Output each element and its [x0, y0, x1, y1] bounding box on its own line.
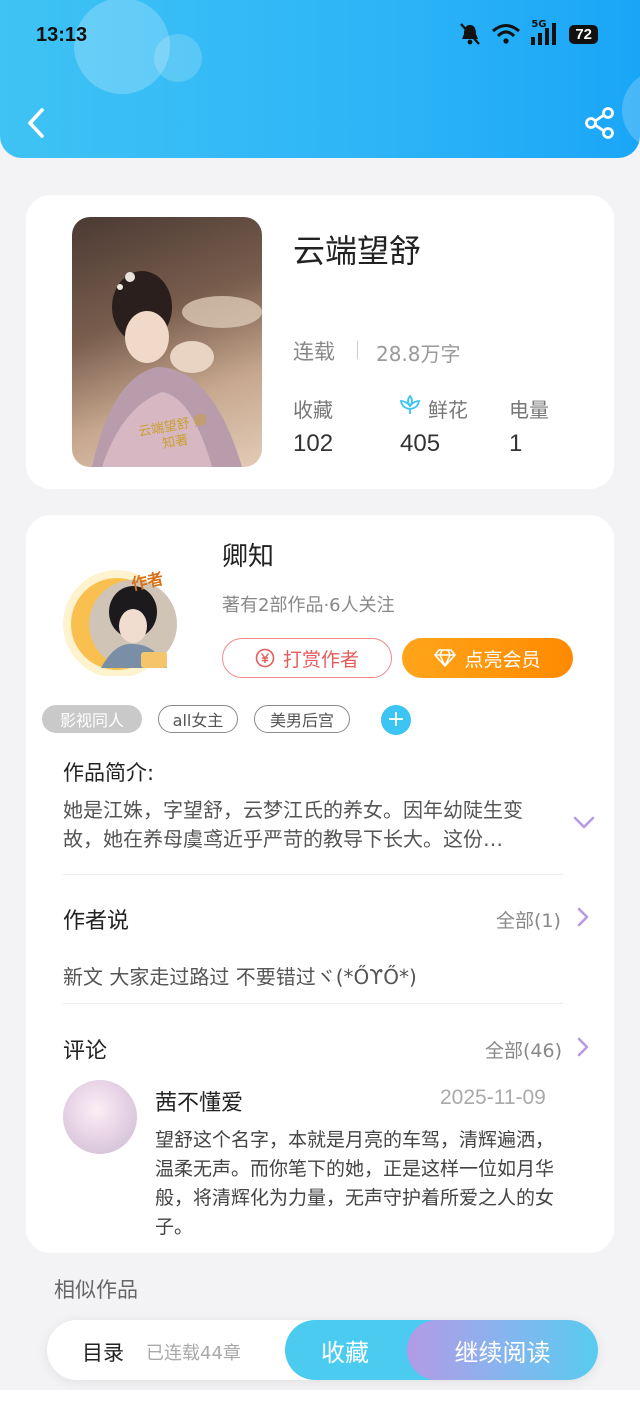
- chapter-count: 已连载44章: [146, 1343, 241, 1364]
- stat-label-flowers: 鲜花: [428, 398, 468, 422]
- divider: [63, 1003, 563, 1004]
- author-name[interactable]: 卿知: [222, 536, 274, 573]
- stat-value-power: 1: [509, 430, 523, 457]
- comment-text[interactable]: 望舒这个名字，本就是月亮的车驾，清辉遍洒，温柔无声。而你笔下的她，正是这样一位如…: [155, 1126, 567, 1242]
- similar-works-title: 相似作品: [54, 1278, 138, 1302]
- synopsis-title: 作品简介:: [63, 761, 155, 785]
- flower-icon: [399, 394, 421, 414]
- wifi-icon: [492, 24, 521, 44]
- author-says-text: 新文 大家走过路过 不要错过ヾ(*ŐϒŐ*): [63, 965, 417, 989]
- stat-label-collect: 收藏: [293, 398, 333, 422]
- collect-button-label: 收藏: [321, 1338, 369, 1367]
- status-icons: 5G 72: [459, 19, 598, 46]
- tip-author-button[interactable]: 打赏作者: [222, 638, 392, 678]
- comments-title: 评论: [63, 1039, 108, 1064]
- back-icon[interactable]: [22, 104, 52, 142]
- divider: [63, 874, 563, 875]
- stat-value-flowers: 405: [400, 430, 441, 457]
- author-avatar[interactable]: 作者: [55, 564, 183, 678]
- word-count: 28.8万字: [376, 342, 461, 366]
- chevron-right-icon[interactable]: [576, 1036, 590, 1058]
- author-says-all-link[interactable]: 全部(1): [496, 906, 561, 933]
- mute-bell-icon: [460, 23, 481, 45]
- author-avatar-frame: [63, 570, 177, 678]
- battery-indicator: 72: [569, 24, 598, 44]
- tag-item[interactable]: all女主: [158, 705, 238, 733]
- continue-reading-button[interactable]: 继续阅读: [407, 1320, 598, 1380]
- bottom-background: [0, 1390, 640, 1426]
- continue-reading-label: 继续阅读: [454, 1338, 551, 1367]
- tag-item[interactable]: 美男后宫: [254, 705, 350, 733]
- author-stats: 著有2部作品·6人关注: [222, 595, 395, 616]
- tip-author-label: 打赏作者: [282, 648, 359, 671]
- network-type: 5G: [531, 19, 547, 30]
- expand-chevron-icon[interactable]: [572, 815, 596, 831]
- vip-button-label: 点亮会员: [464, 648, 541, 671]
- author-says-title: 作者说: [63, 909, 130, 934]
- book-title: 云端望舒: [293, 232, 422, 270]
- toc-button[interactable]: 目录: [82, 1337, 124, 1367]
- divider: [357, 341, 358, 359]
- decor-bubble: [154, 34, 202, 82]
- add-tag-button[interactable]: +: [381, 705, 411, 735]
- yen-coin-icon: [255, 648, 275, 668]
- serial-status: 连载: [293, 340, 335, 364]
- chevron-right-icon[interactable]: [576, 906, 590, 928]
- status-time: 13:13: [36, 24, 88, 46]
- share-icon[interactable]: [584, 106, 616, 140]
- decor-bubble: [622, 70, 640, 150]
- header: 13:13 5G 72: [0, 0, 640, 158]
- stat-value-collect: 102: [293, 430, 334, 457]
- vip-button[interactable]: 点亮会员: [402, 638, 573, 678]
- diamond-icon: [434, 649, 457, 667]
- comment-date: 2025-11-09: [440, 1086, 546, 1109]
- comments-all-link[interactable]: 全部(46): [485, 1036, 562, 1063]
- stat-label-power: 电量: [509, 398, 549, 422]
- book-cover[interactable]: 云端望舒 卿知著: [72, 217, 262, 467]
- synopsis-text[interactable]: 她是江姝，字望舒，云梦江氏的养女。因年幼陡生变故，她在养母虞鸢近乎严苛的教导下长…: [63, 796, 553, 854]
- commenter-name[interactable]: 茜不懂爱: [155, 1085, 243, 1117]
- tag-item[interactable]: 影视同人: [42, 705, 142, 733]
- commenter-avatar[interactable]: [63, 1080, 137, 1154]
